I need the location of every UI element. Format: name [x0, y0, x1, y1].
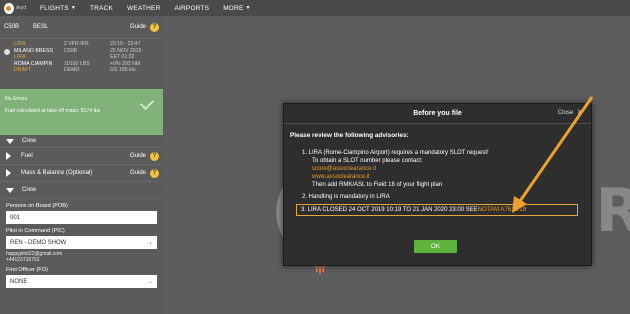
nav-track[interactable]: TRACK [90, 5, 113, 12]
advisory-1-line2: To obtain a SLOT number please contact: [312, 158, 423, 164]
logo-icon [4, 2, 14, 14]
guide-link[interactable]: Guide? [129, 168, 159, 178]
chevron-down-icon [6, 138, 14, 144]
advisory-1-line1: 1. LIRA (Rome-Ciampino Airport) requires… [302, 150, 489, 156]
section-crew-collapsed[interactable]: Crew [0, 135, 163, 148]
flight-header: C50B BESL Guide ? [0, 16, 163, 39]
help-icon[interactable]: ? [150, 168, 159, 178]
chevron-down-icon: ▼ [70, 5, 77, 11]
nav-airports[interactable]: AIRPORTS [174, 5, 209, 12]
guide-label: Guide [129, 24, 146, 30]
fo-label: First Officer (FO) [6, 267, 48, 273]
notam-link[interactable]: NOTAM A7610/19 [478, 207, 526, 213]
pob-input[interactable]: 001 [6, 211, 157, 224]
dialog-title: Before you file [413, 110, 462, 117]
flight-select-radio[interactable] [4, 49, 10, 55]
app-logo[interactable]: skyd [4, 1, 26, 15]
nav-airports-label: AIRPORTS [174, 4, 210, 12]
close-button[interactable]: Close × [558, 108, 583, 118]
times-column: 22:15 - 23:47 25 NOV 2019 EET 01:32 +0% … [110, 41, 160, 87]
close-label: Close [557, 110, 574, 116]
advisory-3-text: 3. LIRA CLOSED 24 OCT 2019 10:19 TO 21 J… [301, 207, 478, 213]
guide-link[interactable]: Guide? [129, 151, 159, 161]
section-label: Crew [22, 187, 37, 193]
guide-link[interactable]: Guide ? [129, 22, 159, 32]
close-icon: × [577, 107, 583, 118]
section-label: Mass & Balance (Optional) [21, 170, 93, 176]
pic-contact: happypilot22@gmail.com +44123716752 [6, 251, 157, 263]
chevron-down-icon: ▼ [245, 5, 251, 11]
dialog-intro: Please review the following advisories: [290, 132, 409, 139]
section-fuel[interactable]: Fuel Guide? [0, 148, 163, 165]
before-you-file-dialog: Before you file Close × Please review th… [283, 103, 592, 266]
status-title: No Errors [5, 96, 28, 102]
ok-button[interactable]: OK [414, 240, 457, 253]
dialog-title-bar: Before you file Close × [284, 104, 591, 124]
nav-more-label: MORE [223, 4, 244, 12]
flight-summary[interactable]: LIRA MILANO BRESS LIRA ROMA CIAMPIN DRAF… [0, 39, 163, 89]
nav-weather[interactable]: WEATHER [127, 5, 160, 12]
fo-select[interactable]: NONE ⌄ [6, 275, 157, 288]
route-column: LIRA MILANO BRESS LIRA ROMA CIAMPIN DRAF… [14, 41, 64, 87]
pic-label: Pilot in Command (PIC) [6, 228, 65, 234]
slot-email-link[interactable]: score@assoclearance.it [302, 165, 572, 173]
section-crew[interactable]: Crew [0, 182, 163, 199]
fo-value: NONE [10, 278, 28, 285]
chevron-down-icon: ⌄ [147, 279, 153, 285]
nav-weather-label: WEATHER [127, 4, 161, 12]
advisory-1: 1. LIRA (Rome-Ciampino Airport) requires… [302, 149, 572, 189]
logo-text: skyd [15, 5, 26, 11]
details-column: 2 VFR-IFR C50B 10100 LBS DEMO [64, 41, 110, 87]
advisory-3-highlighted: 3. LIRA CLOSED 24 OCT 2019 10:19 TO 21 J… [296, 204, 578, 216]
help-icon[interactable]: ? [150, 22, 159, 32]
section-label: Crew [22, 138, 37, 144]
status-detail: Fuel calculated at take off mass: 8174 l… [5, 108, 101, 114]
advisory-1-line5: Then add RMK/ASL to Field 18 of your fli… [312, 182, 443, 188]
pic-phone: +44123716752 [6, 257, 40, 263]
guide-label: Guide [129, 153, 146, 159]
pic-select[interactable]: REN - DEMO SHOW ⌄ [6, 236, 157, 249]
aircraft-registration: BESL [33, 24, 49, 30]
flight-planning-panel: C50B BESL Guide ? LIRA MILANO BRESS LIRA… [0, 16, 163, 314]
pob-label: Persons on Board (POB) [6, 203, 68, 209]
nav-more[interactable]: MORE ▼ [223, 5, 250, 12]
nav-track-label: TRACK [90, 4, 114, 12]
nav-flights[interactable]: FLIGHTS ▼ [40, 5, 76, 12]
validation-status: No Errors Fuel calculated at take off ma… [0, 89, 163, 135]
pilot-name: DEMO [64, 67, 80, 73]
section-mass-balance[interactable]: Mass & Balance (Optional) Guide? [0, 165, 163, 182]
help-icon[interactable]: ? [150, 151, 159, 161]
guide-label: Guide [129, 170, 146, 176]
flight-status: DRAFT [14, 67, 32, 73]
chevron-down-icon: ⌄ [147, 240, 153, 246]
slot-web-link[interactable]: www.assoclearance.it [302, 173, 572, 181]
aircraft-type: C50B [4, 24, 20, 30]
nav-flights-label: FLIGHTS [40, 4, 69, 12]
chevron-right-icon [6, 169, 11, 177]
ground-speed: GS 185 kts [110, 67, 136, 73]
chevron-down-icon [6, 187, 14, 193]
chevron-right-icon [6, 152, 11, 160]
advisory-2: 2. Handling is mandatory in LIRA [302, 194, 390, 200]
top-navigation-bar: skyd FLIGHTS ▼ TRACK WEATHER AIRPORTS MOR… [0, 0, 630, 16]
pic-value: REN - DEMO SHOW [10, 239, 67, 246]
section-label: Fuel [21, 153, 33, 159]
